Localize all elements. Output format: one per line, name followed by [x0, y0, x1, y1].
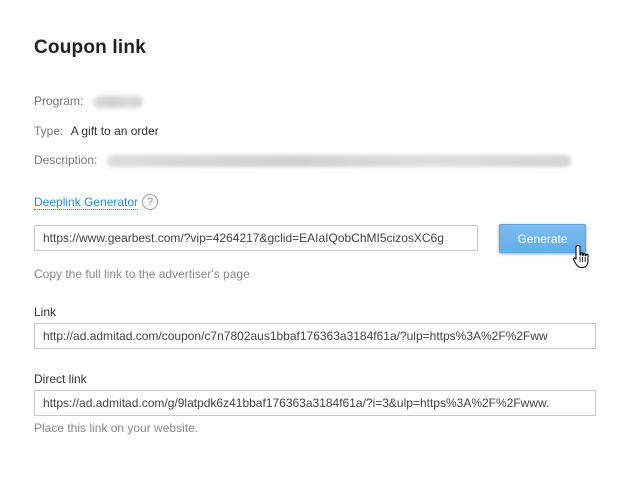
program-label: Program: [34, 94, 84, 108]
type-label: Type: [34, 124, 64, 138]
direct-link-label: Direct link [34, 372, 87, 386]
help-icon[interactable]: ? [142, 194, 159, 210]
deeplink-url-input[interactable]: https://www.gearbest.com/?vip=4264217&gc… [34, 225, 478, 251]
description-row: Description: [34, 153, 571, 167]
direct-link-input[interactable]: https://ad.admitad.com/g/9latpdk6z41bbaf… [34, 390, 596, 416]
deeplink-generator-link[interactable]: Deeplink Generator [34, 195, 139, 210]
program-row: Program: [34, 94, 143, 108]
hand-pointer-icon [572, 244, 589, 269]
page-title: Coupon link [34, 37, 146, 58]
type-row: Type: A gift to an order [34, 124, 159, 138]
deeplink-hint: Copy the full link to the advertiser's p… [34, 267, 250, 281]
deeplink-generator: Deeplink Generator ? [34, 194, 159, 210]
description-label: Description: [34, 153, 98, 167]
description-value-redacted [106, 154, 571, 167]
program-value-redacted [92, 95, 143, 108]
direct-link-hint: Place this link on your website. [34, 421, 199, 435]
link-label: Link [34, 305, 57, 319]
type-value: A gift to an order [70, 124, 159, 138]
coupon-link-page: Coupon link Program: Type: A gift to an … [0, 0, 631, 494]
link-input[interactable]: http://ad.admitad.com/coupon/c7n7802aus1… [34, 323, 596, 349]
